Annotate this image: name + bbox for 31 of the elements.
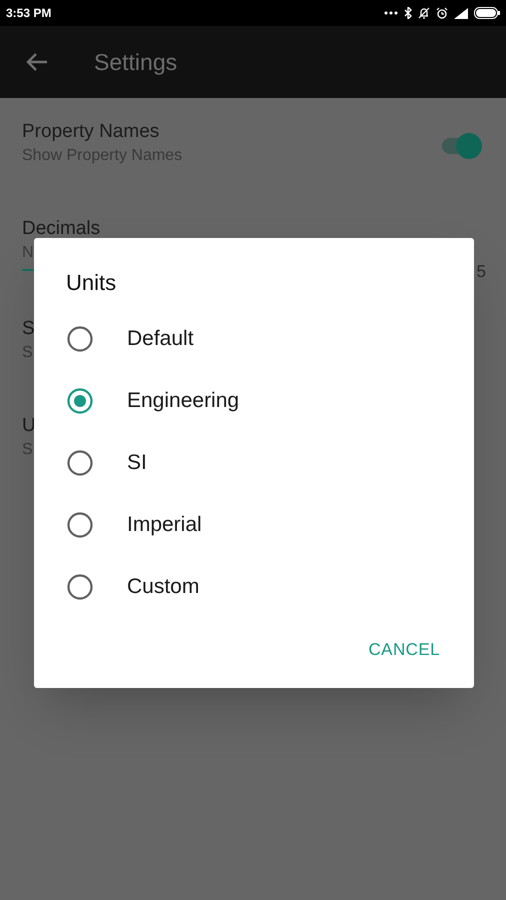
radio-option[interactable]: Imperial <box>34 494 474 556</box>
radio-option[interactable]: SI <box>34 432 474 494</box>
slider-value: 5 <box>476 261 486 283</box>
option-label: Engineering <box>127 388 240 414</box>
more-dots-icon <box>384 11 398 15</box>
bluetooth-icon <box>404 7 412 19</box>
status-time: 3:53 PM <box>6 5 52 22</box>
option-label: Default <box>127 326 194 352</box>
option-label: SI <box>127 450 147 476</box>
radio-option[interactable]: Engineering <box>34 370 474 432</box>
dialog-title: Units <box>66 269 116 297</box>
radio-button[interactable] <box>66 325 94 353</box>
radio-option[interactable]: Default <box>34 308 474 370</box>
radio-button[interactable] <box>66 449 94 477</box>
signal-icon <box>454 8 468 18</box>
option-label: Custom <box>127 574 200 600</box>
radio-option[interactable]: Custom <box>34 556 474 618</box>
battery-icon <box>474 7 500 19</box>
toggle-switch[interactable] <box>440 132 482 160</box>
cancel-button[interactable]: CANCEL <box>360 630 448 668</box>
back-arrow-icon[interactable] <box>26 53 48 71</box>
muted-bell-icon <box>418 7 430 19</box>
radio-button[interactable] <box>66 511 94 539</box>
setting-title: S <box>22 317 35 341</box>
alarm-icon <box>436 7 448 19</box>
radio-button[interactable] <box>66 387 94 415</box>
option-label: Imperial <box>127 512 202 538</box>
setting-title: Property Names <box>22 120 160 144</box>
setting-title: Decimals <box>22 217 100 241</box>
radio-button[interactable] <box>66 573 94 601</box>
screen-title: Settings <box>94 48 178 77</box>
